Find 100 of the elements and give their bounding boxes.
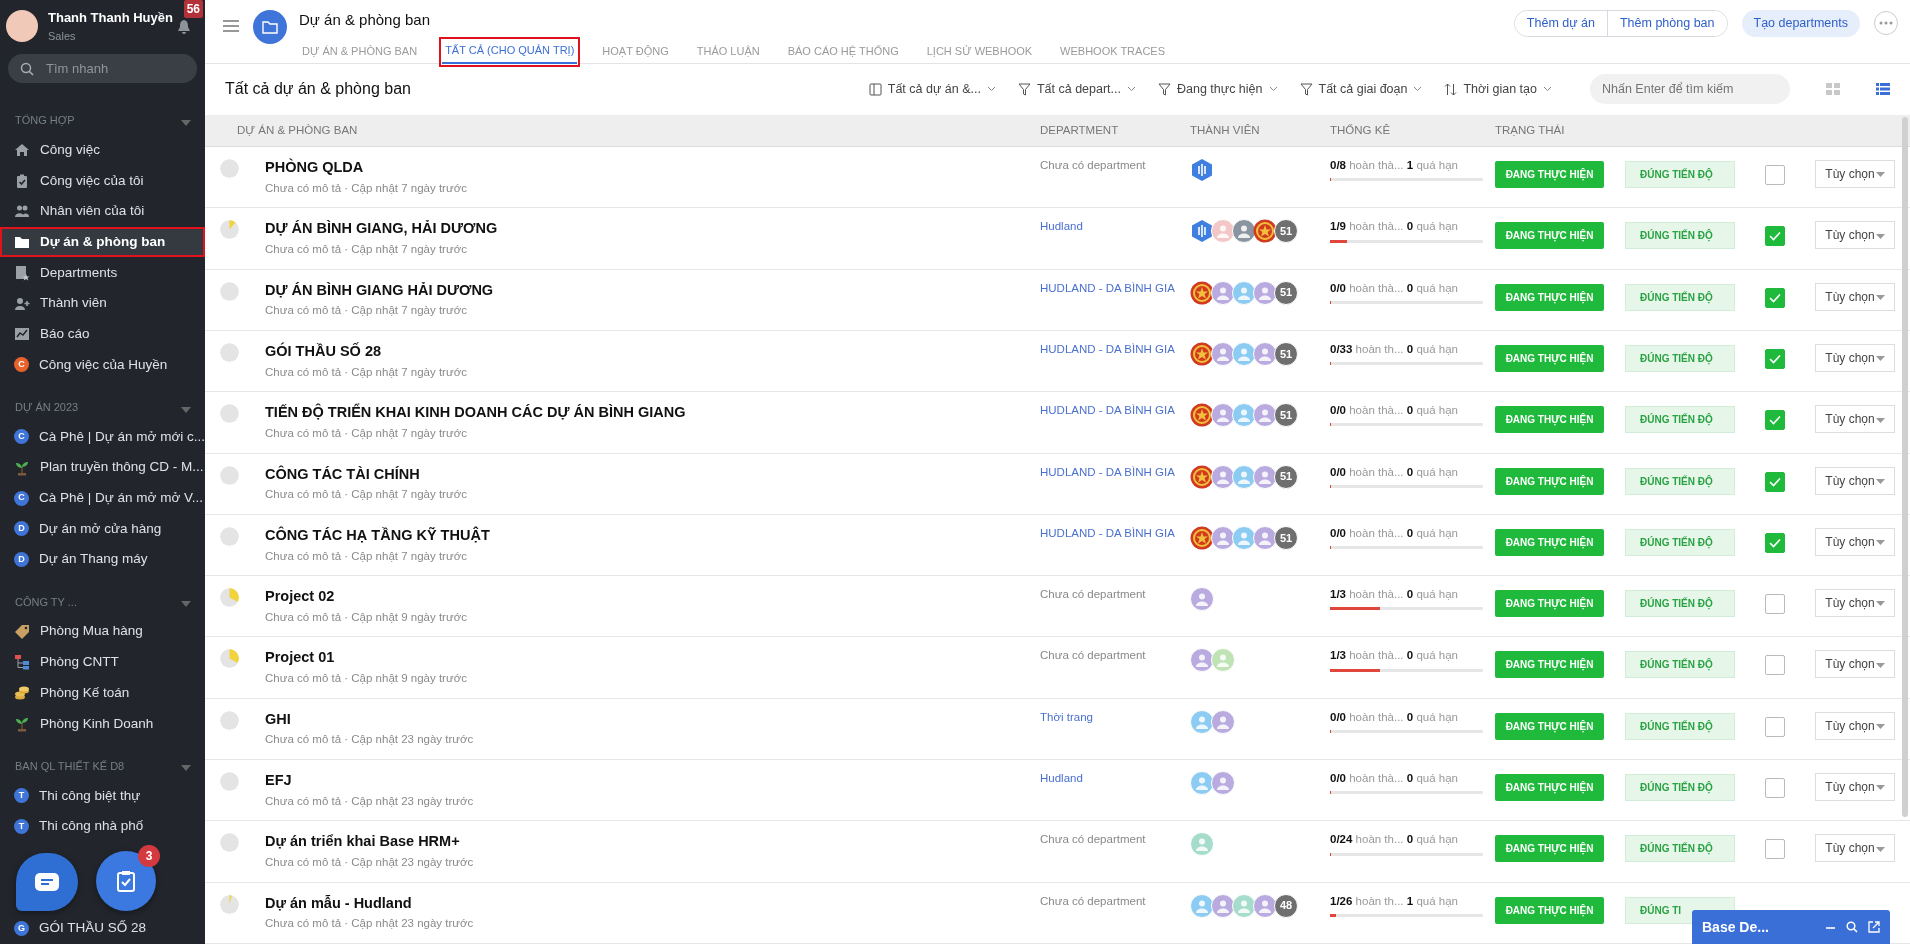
options-dropdown[interactable]: Tùy chọn <box>1815 405 1895 434</box>
sidebar-item[interactable]: Thành viên <box>0 288 205 319</box>
sidebar-item[interactable]: C Cà Phê | Dự án mở mở V... <box>0 482 205 514</box>
options-dropdown[interactable]: Tùy chọn <box>1815 466 1895 495</box>
project-name[interactable]: DỰ ÁN BÌNH GIANG, HẢI DƯƠNG <box>265 218 1040 241</box>
project-name[interactable]: CÔNG TÁC HẠ TẦNG KỸ THUẬT <box>265 524 1040 547</box>
department-link[interactable]: HUDLAND - DA BÌNH GIA <box>1040 402 1190 420</box>
sidebar-item[interactable]: T Thi công biệt thự <box>0 780 205 811</box>
filter-icon <box>1299 82 1313 96</box>
department-link[interactable]: Hudland <box>1040 770 1190 788</box>
sidebar-item[interactable]: D Dự án Thang máy <box>0 544 205 575</box>
sidebar-item[interactable]: Phòng Kinh Doanh <box>0 708 205 739</box>
menu-icon[interactable] <box>223 20 239 32</box>
options-dropdown[interactable]: Tùy chọn <box>1815 527 1895 556</box>
caret-icon[interactable] <box>181 601 191 608</box>
checkbox[interactable] <box>1765 165 1785 186</box>
department-link[interactable]: HUDLAND - DA BÌNH GIA <box>1040 340 1190 359</box>
options-dropdown[interactable]: Tùy chọn <box>1815 589 1895 618</box>
tab[interactable]: TẤT CẢ (CHO QUẢN TRỊ) <box>442 39 578 64</box>
search-icon[interactable] <box>1846 921 1858 933</box>
department-text: Chưa có department <box>1040 832 1147 848</box>
options-dropdown[interactable]: Tùy chọn <box>1815 343 1895 372</box>
caret-icon[interactable] <box>181 119 191 126</box>
checkbox[interactable] <box>1765 532 1785 553</box>
search-field[interactable]: Tìm nhanh <box>8 54 197 84</box>
sidebar-item[interactable]: Công việc <box>0 134 205 166</box>
project-name[interactable]: Project 02 <box>265 586 1040 608</box>
scrollbar[interactable] <box>1902 117 1908 817</box>
filter-dropdown[interactable]: Tất cả depart... <box>1017 80 1136 99</box>
sidebar-item[interactable]: T Thi công nhà phố <box>0 811 205 842</box>
filter-dropdown[interactable]: Tất cả giai đoạn <box>1299 80 1423 99</box>
project-meta: Chưa có mô tả · Cập nhật 7 ngày trước <box>265 426 468 441</box>
search-field[interactable]: Nhấn Enter để tìm kiếm <box>1590 74 1790 105</box>
department-link[interactable]: Thời trang <box>1040 708 1190 726</box>
caret-icon[interactable] <box>181 406 191 413</box>
chat-dialog[interactable]: Base De... <box>1692 910 1890 944</box>
project-name[interactable]: TIẾN ĐỘ TRIỂN KHAI KINH DOANH CÁC DỰ ÁN BÌNH GIANG <box>265 402 1040 424</box>
task-button[interactable] <box>96 851 156 911</box>
checkbox[interactable] <box>1765 594 1785 615</box>
options-dropdown[interactable]: Tùy chọn <box>1815 221 1895 250</box>
project-name[interactable]: EFJ <box>265 770 1040 792</box>
sidebar-item[interactable]: Phòng CNTT <box>0 646 205 678</box>
department-link[interactable]: HUDLAND - DA BÌNH GIA <box>1040 524 1190 543</box>
external-link-icon[interactable] <box>1868 921 1880 933</box>
project-name[interactable]: Project 01 <box>265 647 1040 670</box>
project-name[interactable]: PHÒNG QLDA <box>265 157 1040 179</box>
chat-icon <box>34 872 60 892</box>
sidebar-item[interactable]: Phòng Kế toán <box>0 677 205 709</box>
department-link[interactable]: Hudland <box>1040 218 1190 236</box>
sidebar-item[interactable]: Phòng Mua hàng <box>0 616 205 647</box>
chat-button[interactable] <box>16 853 78 911</box>
view-toggle[interactable] <box>1876 83 1890 96</box>
project-name[interactable]: DỰ ÁN BÌNH GIANG HẢI DƯƠNG <box>265 279 1040 302</box>
progress-pie <box>220 404 239 424</box>
sidebar-item[interactable]: Công việc của tôi <box>0 165 205 197</box>
more-button[interactable] <box>1874 11 1898 36</box>
sidebar-item[interactable]: C Cà Phê | Dự án mở mới c... <box>0 421 205 453</box>
options-dropdown[interactable]: Tùy chọn <box>1815 650 1895 679</box>
project-name[interactable]: GHI <box>265 708 1040 731</box>
sidebar-item[interactable]: G GÓI THẦU SỐ 28 <box>0 913 205 944</box>
emblem-icon <box>1190 341 1214 366</box>
sidebar-item[interactable]: Dự án & phòng ban <box>0 226 205 258</box>
options-dropdown[interactable]: Tùy chọn <box>1815 834 1895 863</box>
caret-icon[interactable] <box>181 765 191 772</box>
add-button[interactable]: Thêm phòng ban <box>1607 11 1727 36</box>
create-button[interactable]: Tạo departments <box>1741 10 1860 37</box>
project-meta: Chưa có mô tả · Cập nhật 7 ngày trước <box>265 242 468 258</box>
department-link[interactable]: HUDLAND - DA BÌNH GIA <box>1040 463 1190 481</box>
checkbox[interactable] <box>1765 348 1785 369</box>
sidebar-item[interactable]: C Công việc của Huyền <box>0 349 205 381</box>
options-dropdown[interactable]: Tùy chọn <box>1815 711 1895 740</box>
sidebar-item[interactable]: Departments <box>0 257 205 289</box>
project-name[interactable]: CÔNG TÁC TÀI CHÍNH <box>265 463 1040 486</box>
sidebar-item[interactable]: Plan truyền thông CD - M... <box>0 452 205 483</box>
checkbox[interactable] <box>1765 716 1785 737</box>
department-link[interactable]: HUDLAND - DA BÌNH GIA <box>1040 279 1190 297</box>
view-toggle[interactable] <box>1826 83 1840 96</box>
project-name[interactable]: Dự án mẫu - Hudland <box>265 892 1040 915</box>
project-name[interactable]: GÓI THẦU SỐ 28 <box>265 340 1040 363</box>
sidebar-item[interactable]: D Dự án mở cửa hàng <box>0 513 205 545</box>
panel-icon <box>868 82 882 96</box>
options-dropdown[interactable]: Tùy chọn <box>1815 160 1895 189</box>
org-chart-icon <box>14 654 30 671</box>
bell-icon[interactable] <box>177 19 191 35</box>
checkbox[interactable] <box>1765 287 1785 308</box>
filter-dropdown[interactable]: Tất cả dự án &... <box>868 80 996 99</box>
checkbox[interactable] <box>1765 226 1785 247</box>
checkbox[interactable] <box>1765 410 1785 431</box>
checkbox[interactable] <box>1765 471 1785 492</box>
search-input[interactable]: Tìm nhanh <box>44 57 185 80</box>
checkbox[interactable] <box>1765 839 1785 860</box>
checkbox[interactable] <box>1765 778 1785 798</box>
project-name[interactable]: Dự án triển khai Base HRM+ <box>265 831 1040 854</box>
sidebar-item[interactable]: Nhân viên của tôi <box>0 196 205 227</box>
sidebar-item[interactable]: Báo cáo <box>0 318 205 350</box>
checkbox[interactable] <box>1765 655 1785 676</box>
filter-dropdown[interactable]: Đang thực hiện <box>1158 80 1278 99</box>
filter-dropdown[interactable]: Thời gian tạo <box>1444 80 1552 99</box>
options-dropdown[interactable]: Tùy chọn <box>1815 282 1895 311</box>
options-dropdown[interactable]: Tùy chọn <box>1815 773 1895 801</box>
